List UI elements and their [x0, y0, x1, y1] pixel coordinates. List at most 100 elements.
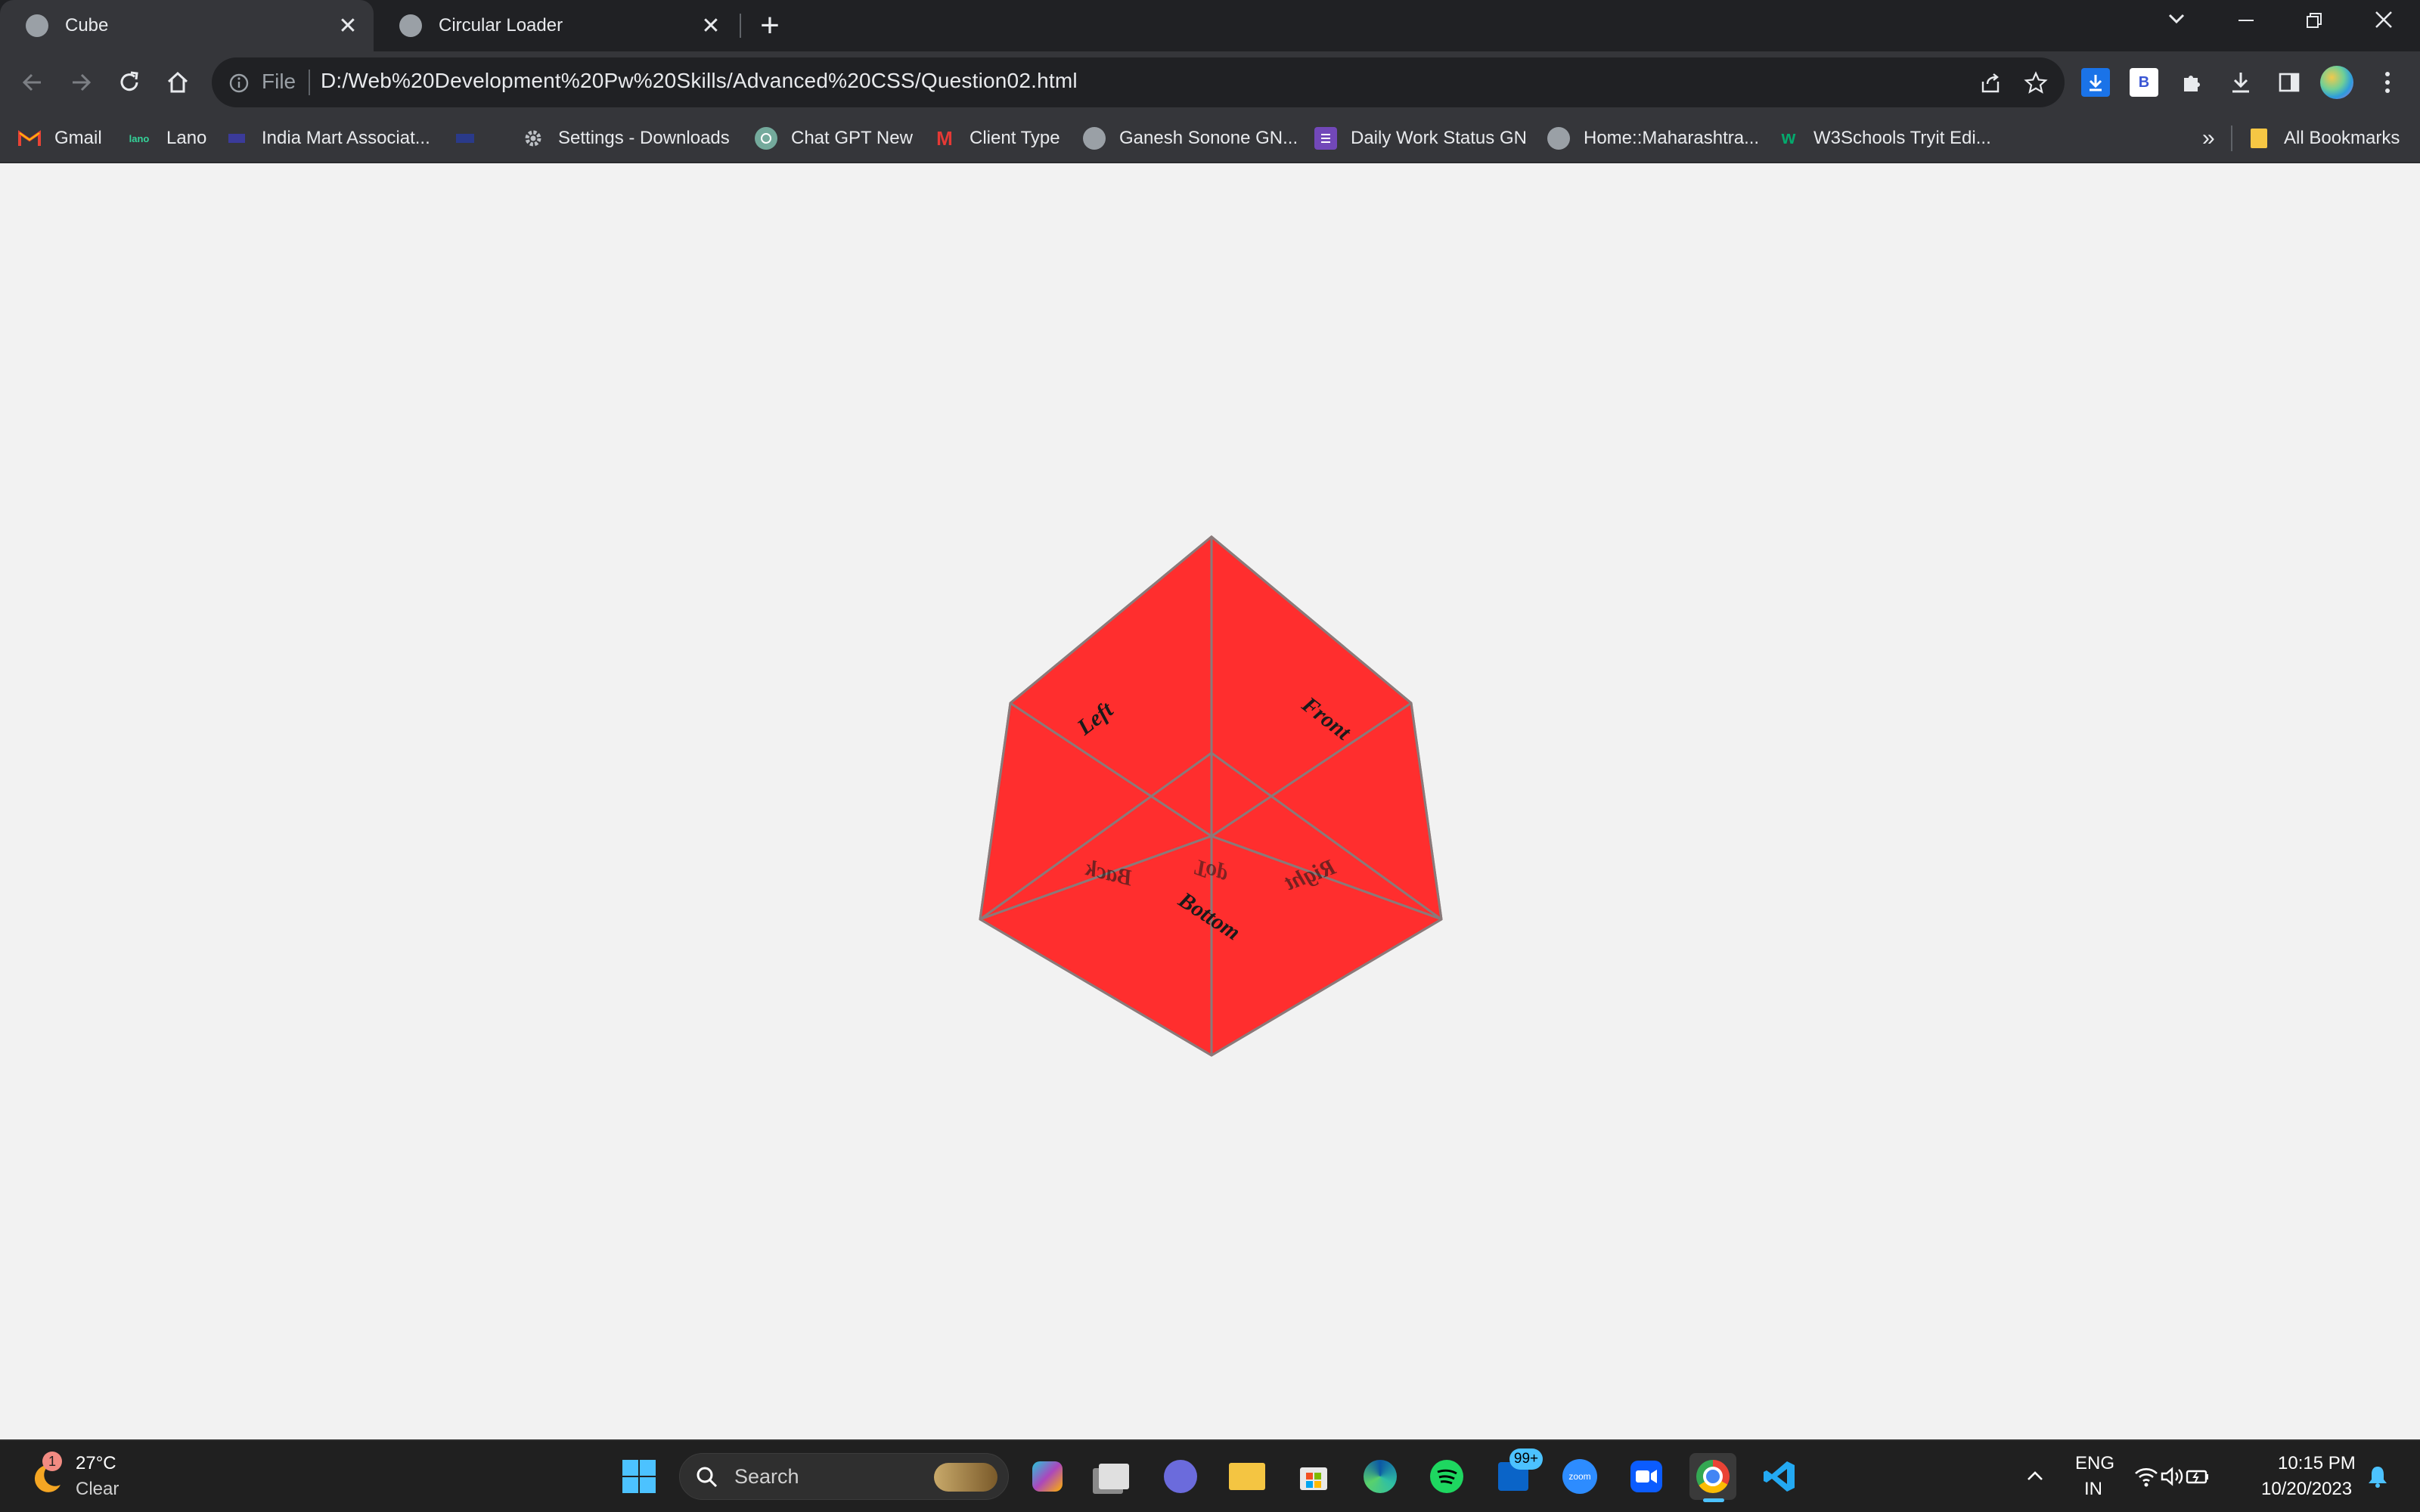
bookmark-label: Client Type [970, 128, 1060, 148]
bookmark-daily-work-status[interactable]: Daily Work Status GN [1314, 124, 1527, 153]
tab-search-chevron-icon[interactable] [2146, 6, 2207, 39]
bookmark-ganesh-sonone[interactable]: Ganesh Sonone GN... [1083, 124, 1298, 153]
vscode-icon[interactable] [1756, 1453, 1803, 1500]
bookmark-w3schools[interactable]: w W3Schools Tryit Edi... [1777, 124, 1991, 153]
language-region[interactable]: IN [2084, 1479, 2102, 1500]
bookmarks-overflow-button[interactable]: » [2202, 124, 2215, 153]
lano-icon: lano [129, 132, 150, 144]
b-extension-icon[interactable]: B [2130, 68, 2158, 97]
scheme-label: File [262, 70, 296, 93]
edge-icon[interactable] [1357, 1453, 1404, 1500]
search-placeholder: Search [734, 1465, 799, 1488]
globe-icon [399, 14, 422, 37]
wifi-icon [2135, 1468, 2158, 1487]
microsoft-store-icon[interactable] [1290, 1453, 1337, 1500]
bookmarks-bar: Gmail lano Lano India Mart Associat... S… [0, 113, 2420, 163]
file-explorer-icon[interactable] [1224, 1453, 1270, 1500]
bookmark-client-type[interactable]: M Client Type [933, 124, 1060, 153]
bookmarks-divider [2231, 125, 2232, 151]
spotify-icon[interactable] [1423, 1453, 1470, 1500]
info-icon[interactable] [228, 73, 250, 98]
bookmark-flag-icon [454, 127, 476, 150]
language-code[interactable]: ENG [2075, 1453, 2114, 1474]
bookmark-label: W3Schools Tryit Edi... [1813, 128, 1991, 148]
bookmark-lano[interactable]: lano Lano [126, 124, 207, 153]
address-divider [309, 70, 310, 95]
tray-overflow-chevron-icon[interactable] [2012, 1453, 2059, 1500]
share-icon[interactable] [1978, 71, 2003, 99]
forward-button[interactable] [62, 64, 100, 101]
globe-icon [26, 14, 48, 37]
all-bookmarks-label: All Bookmarks [2284, 128, 2400, 148]
outlook-badge: 99+ [1509, 1448, 1543, 1470]
weather-condition: Clear [76, 1479, 119, 1499]
downloads-icon[interactable] [2226, 68, 2255, 97]
weather-widget[interactable]: 1 [27, 1452, 65, 1497]
indiamart-icon [225, 127, 248, 150]
zoom-meetings-icon[interactable] [1623, 1453, 1670, 1500]
tab-title: Cube [65, 15, 109, 36]
bookmark-label: Ganesh Sonone GN... [1119, 128, 1298, 148]
bookmark-star-icon[interactable] [2024, 71, 2048, 99]
windows-taskbar: 1 27°C Clear Search 99+ zoom ENG IN 10:1… [0, 1439, 2420, 1512]
close-icon[interactable]: ✕ [331, 13, 365, 39]
outlook-icon[interactable]: 99+ [1490, 1448, 1543, 1500]
close-icon[interactable]: ✕ [694, 13, 728, 39]
bookmark-gmail[interactable]: Gmail [18, 124, 102, 153]
reload-button[interactable] [110, 64, 148, 101]
tab-circular-loader[interactable]: Circular Loader ✕ [374, 0, 737, 51]
clock-date[interactable]: 10/20/2023 [2261, 1479, 2352, 1500]
gear-icon [522, 127, 544, 150]
chrome-icon[interactable] [1689, 1453, 1736, 1502]
url-text[interactable]: D:/Web%20Development%20Pw%20Skills/Advan… [321, 69, 1078, 93]
copilot-icon[interactable] [1024, 1453, 1071, 1500]
bookmark-label: Chat GPT New [791, 128, 913, 148]
start-button[interactable] [616, 1453, 662, 1500]
close-window-button[interactable] [2353, 6, 2414, 39]
restore-button[interactable] [2284, 6, 2344, 39]
volume-icon [2161, 1467, 2183, 1486]
home-button[interactable] [159, 64, 197, 101]
bookmark-label: India Mart Associat... [262, 128, 430, 148]
browser-toolbar: File D:/Web%20Development%20Pw%20Skills/… [0, 51, 2420, 113]
gmail-icon [18, 127, 41, 150]
active-app-indicator [1703, 1498, 1724, 1502]
quick-settings-button[interactable] [2127, 1453, 2217, 1500]
side-panel-icon[interactable] [2275, 68, 2304, 97]
chat-icon[interactable] [1157, 1453, 1204, 1500]
bookmark-chatgpt[interactable]: Chat GPT New [755, 124, 913, 153]
new-tab-button[interactable]: + [749, 5, 791, 47]
bookmark-india-mart[interactable]: India Mart Associat... [225, 124, 430, 153]
minimize-button[interactable] [2216, 6, 2276, 39]
tab-cube[interactable]: Cube ✕ [0, 0, 374, 51]
download-extension-icon[interactable] [2081, 68, 2110, 97]
bookmark-label: Settings - Downloads [558, 128, 730, 148]
bookmark-home-maharashtra[interactable]: Home::Maharashtra... [1547, 124, 1759, 153]
forms-icon [1314, 127, 1337, 150]
taskbar-search-box[interactable]: Search [679, 1453, 1009, 1500]
m-logo-icon: M [936, 126, 953, 150]
tab-strip: Cube ✕ Circular Loader ✕ + [0, 0, 2420, 51]
profile-avatar[interactable] [2320, 66, 2353, 99]
search-highlight-icon [934, 1463, 997, 1492]
tab-divider [740, 14, 741, 38]
chrome-menu-icon[interactable] [2373, 68, 2402, 97]
address-bar[interactable]: File D:/Web%20Development%20Pw%20Skills/… [212, 57, 2065, 107]
extensions-puzzle-icon[interactable] [2178, 68, 2207, 97]
clock-time[interactable]: 10:15 PM [2278, 1453, 2356, 1474]
weather-temperature: 27°C [76, 1453, 116, 1473]
search-icon [697, 1467, 718, 1488]
all-bookmarks-button[interactable]: All Bookmarks [2248, 124, 2400, 153]
back-button[interactable] [14, 64, 51, 101]
bookmark-unnamed[interactable] [454, 124, 490, 153]
tab-title: Circular Loader [439, 15, 563, 36]
zoom-icon[interactable]: zoom [1556, 1453, 1603, 1500]
weather-badge: 1 [42, 1452, 62, 1471]
notification-bell-icon[interactable] [2355, 1453, 2400, 1500]
bookmark-label: Gmail [54, 128, 102, 148]
task-view-icon[interactable] [1091, 1453, 1137, 1500]
bookmark-settings-downloads[interactable]: Settings - Downloads [522, 124, 730, 153]
page-content: Top Left Front Back Right Bottom [0, 163, 2420, 1439]
chatgpt-icon [755, 127, 777, 150]
windows-logo-icon [622, 1460, 656, 1493]
